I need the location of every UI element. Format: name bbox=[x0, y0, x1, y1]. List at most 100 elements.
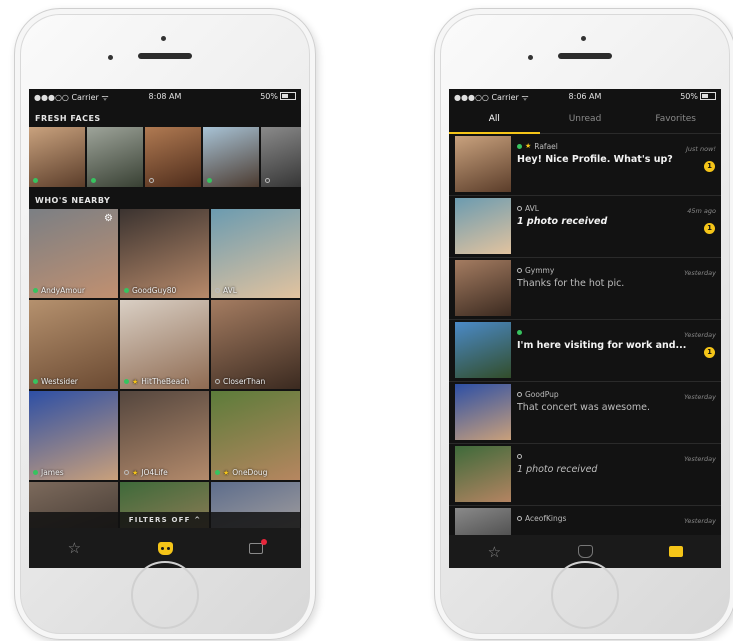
online-status-icon bbox=[124, 288, 129, 293]
filters-toggle[interactable]: FILTERS OFF ^ bbox=[29, 512, 301, 528]
favorite-star-icon: ★ bbox=[132, 377, 139, 386]
away-status-icon bbox=[517, 391, 522, 397]
home-button[interactable] bbox=[551, 561, 619, 629]
online-status-icon bbox=[33, 379, 38, 384]
profile-tile[interactable]: ★ HitTheBeach bbox=[120, 300, 209, 389]
away-status-icon bbox=[517, 453, 522, 459]
speaker-grille bbox=[558, 53, 612, 59]
profile-tile[interactable]: James bbox=[29, 391, 118, 480]
battery-status: 50% bbox=[680, 92, 716, 101]
message-preview: I'm here visiting for work and... bbox=[517, 340, 687, 351]
message-preview: 1 photo received bbox=[517, 216, 608, 227]
message-time: Yesterday bbox=[684, 393, 716, 401]
message-time: Yesterday bbox=[684, 517, 716, 525]
message-time: Yesterday bbox=[684, 269, 716, 277]
conversation-item[interactable]: GoodPup Yesterday That concert was aweso… bbox=[449, 382, 721, 444]
profile-name: GoodGuy80 bbox=[132, 286, 177, 295]
conversation-item[interactable]: ★ Rafael Just now! Hey! Nice Profile. Wha… bbox=[449, 134, 721, 196]
avatar bbox=[455, 446, 511, 502]
grindr-mask-icon bbox=[157, 541, 173, 555]
camera-icon bbox=[161, 36, 166, 41]
fresh-faces-row[interactable] bbox=[29, 127, 301, 187]
profile-name: AndyAmour bbox=[41, 286, 85, 295]
inbox-tabs: All Unread Favorites bbox=[449, 105, 721, 134]
online-status-icon bbox=[124, 379, 129, 384]
chat-icon bbox=[668, 546, 683, 557]
profile-name: JO4Life bbox=[141, 468, 168, 477]
conversation-item[interactable]: Gymmy Yesterday Thanks for the hot pic. bbox=[449, 258, 721, 320]
grindr-mask-icon bbox=[577, 545, 593, 558]
home-button[interactable] bbox=[131, 561, 199, 629]
conversation-item[interactable]: Yesterday I'm here visiting for work and… bbox=[449, 320, 721, 382]
gear-icon[interactable]: ⚙ bbox=[104, 213, 113, 224]
message-time: Yesterday bbox=[684, 455, 716, 463]
profile-tile[interactable]: ★ OneDoug bbox=[211, 391, 300, 480]
sensor-dot bbox=[108, 55, 113, 60]
profile-tile[interactable]: GoodGuy80 bbox=[120, 209, 209, 298]
fresh-face-thumbnail[interactable] bbox=[145, 127, 201, 187]
favorite-star-icon: ★ bbox=[223, 468, 230, 477]
sender-name: Gymmy bbox=[525, 265, 555, 275]
fresh-face-thumbnail[interactable] bbox=[203, 127, 259, 187]
conversation-item[interactable]: Yesterday 1 photo received bbox=[449, 444, 721, 506]
online-status-icon bbox=[91, 178, 96, 183]
away-status-icon bbox=[215, 288, 220, 293]
star-icon: ☆ bbox=[487, 542, 502, 561]
status-bar: ●●●○○ Carrier ᯤ 8:06 AM 50% bbox=[449, 89, 721, 105]
inbox-screen: ●●●○○ Carrier ᯤ 8:06 AM 50% All Unread F… bbox=[449, 89, 721, 568]
profile-tile[interactable]: ★ JO4Life bbox=[120, 391, 209, 480]
status-bar: ●●●○○ Carrier ᯤ 8:08 AM 50% bbox=[29, 89, 301, 105]
fresh-face-thumbnail[interactable] bbox=[261, 127, 301, 187]
tab-favorites-nav[interactable]: ☆ bbox=[449, 535, 540, 568]
message-preview: Thanks for the hot pic. bbox=[517, 278, 625, 289]
online-status-icon bbox=[517, 143, 522, 149]
message-time: Yesterday bbox=[684, 331, 716, 339]
away-status-icon bbox=[149, 178, 154, 183]
fresh-face-thumbnail[interactable] bbox=[87, 127, 143, 187]
fresh-faces-heading: FRESH FACES bbox=[35, 114, 101, 123]
online-status-icon bbox=[33, 178, 38, 183]
favorite-star-icon: ★ bbox=[525, 142, 532, 150]
tab-chats[interactable] bbox=[630, 535, 721, 568]
profile-tile[interactable]: AVL bbox=[211, 209, 300, 298]
away-status-icon bbox=[124, 470, 129, 475]
tab-unread[interactable]: Unread bbox=[540, 105, 631, 133]
conversation-item[interactable]: AVL 45m ago 1 photo received 1 bbox=[449, 196, 721, 258]
online-status-icon bbox=[207, 178, 212, 183]
avatar bbox=[455, 260, 511, 316]
online-status-icon bbox=[33, 470, 38, 475]
phone-left: ●●●○○ Carrier ᯤ 8:08 AM 50% FRESH FACES … bbox=[14, 8, 316, 640]
sender-name: Rafael bbox=[534, 141, 558, 151]
avatar bbox=[455, 136, 511, 192]
profile-tile[interactable]: CloserThan bbox=[211, 300, 300, 389]
battery-icon bbox=[700, 92, 716, 100]
tab-chats[interactable] bbox=[210, 528, 301, 568]
sender-name: AceofKings bbox=[525, 513, 567, 523]
unread-badge: 1 bbox=[704, 161, 715, 172]
online-status-icon bbox=[215, 470, 220, 475]
avatar bbox=[455, 322, 511, 378]
phone-right: ●●●○○ Carrier ᯤ 8:06 AM 50% All Unread F… bbox=[434, 8, 733, 640]
fresh-face-thumbnail[interactable] bbox=[29, 127, 85, 187]
online-status-icon bbox=[33, 288, 38, 293]
chat-icon bbox=[248, 538, 267, 554]
tab-all[interactable]: All bbox=[449, 105, 540, 133]
message-preview: Hey! Nice Profile. What's up? bbox=[517, 154, 673, 165]
away-status-icon bbox=[517, 515, 522, 521]
tab-favorites[interactable]: ☆ bbox=[29, 528, 120, 568]
message-time: Just now! bbox=[685, 145, 716, 153]
profile-name: Westsider bbox=[41, 377, 78, 386]
profile-name: James bbox=[41, 468, 64, 477]
profile-name: AVL bbox=[223, 286, 237, 295]
avatar bbox=[455, 198, 511, 254]
unread-badge: 1 bbox=[704, 223, 715, 234]
profile-tile[interactable]: Westsider bbox=[29, 300, 118, 389]
browse-screen: ●●●○○ Carrier ᯤ 8:08 AM 50% FRESH FACES … bbox=[29, 89, 301, 568]
tab-favorites[interactable]: Favorites bbox=[630, 105, 721, 133]
away-status-icon bbox=[215, 379, 220, 384]
profile-tile[interactable]: ⚙ AndyAmour bbox=[29, 209, 118, 298]
message-preview: That concert was awesome. bbox=[517, 402, 651, 413]
sender-name: AVL bbox=[525, 203, 539, 213]
speaker-grille bbox=[138, 53, 192, 59]
away-status-icon bbox=[517, 267, 522, 273]
